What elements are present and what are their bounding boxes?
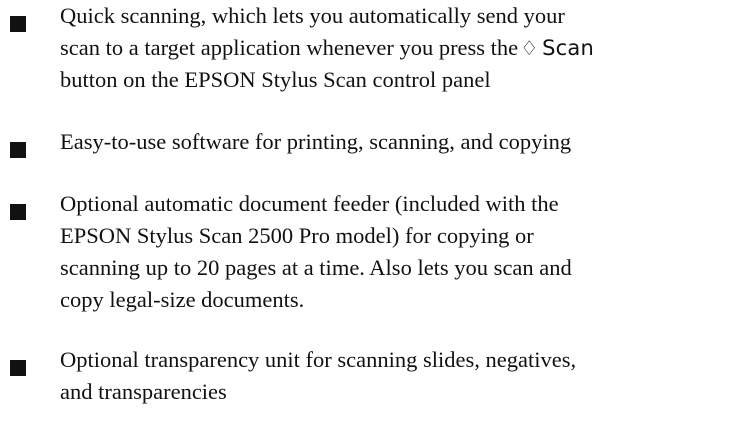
bullet-square-icon [10, 142, 26, 158]
bullet-line: scanning up to 20 pages at a time. Also … [60, 255, 572, 280]
bullet-line: Quick scanning, which lets you automatic… [60, 3, 565, 28]
bullet-line: Optional transparency unit for scanning … [60, 347, 577, 372]
bullet-line: scan to a target application whenever yo… [60, 35, 519, 60]
bullet-square-icon [10, 360, 26, 376]
scan-diamond-icon: ♢ [520, 36, 539, 60]
bullet-line: Optional automatic document feeder (incl… [60, 191, 559, 216]
bullet-line: EPSON Stylus Scan 2500 Pro model) for co… [60, 223, 534, 248]
bullet-line: button on the EPSON Stylus Scan control … [60, 67, 491, 92]
bullet-line: Easy-to-use software for printing, scann… [60, 129, 572, 154]
bullet-square-icon [10, 204, 26, 220]
bullet-line: and transparencies [60, 379, 227, 404]
bullet-text: Optional automatic document feeder (incl… [60, 188, 728, 316]
bullet-line: copy legal-size documents. [60, 287, 305, 312]
bullet-text: Easy-to-use software for printing, scann… [60, 126, 728, 158]
bullet-text: Optional transparency unit for scanning … [60, 344, 728, 408]
bullet-square-icon [10, 16, 26, 32]
bullet-text: Quick scanning, which lets you automatic… [60, 0, 728, 96]
scan-key-label: Scan [542, 36, 594, 60]
